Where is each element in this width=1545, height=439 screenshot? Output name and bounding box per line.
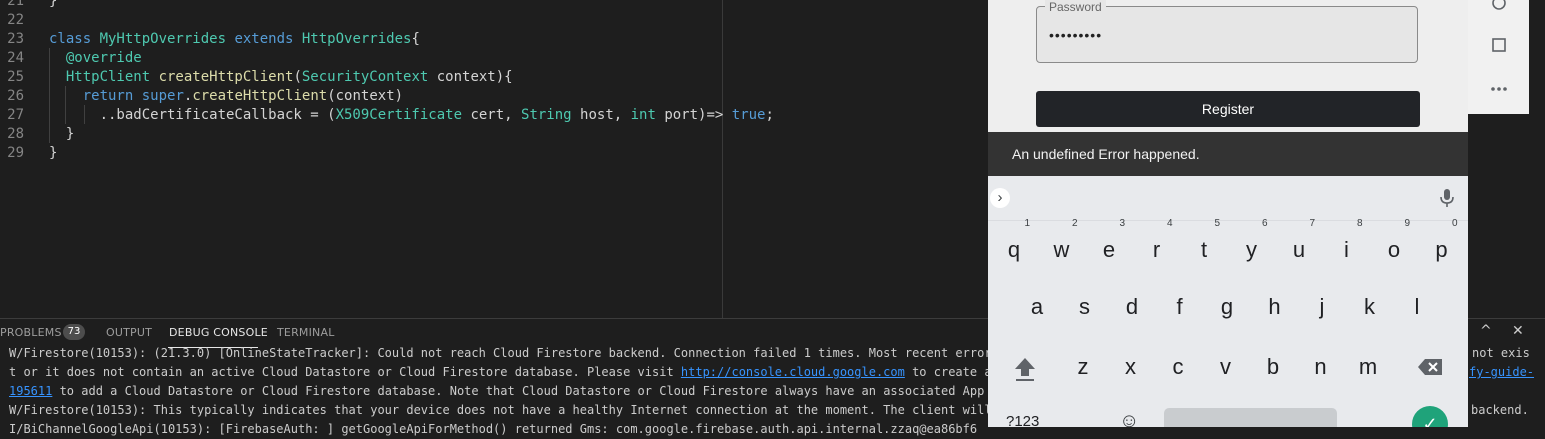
maximize-panel-icon[interactable]: ^ [1480, 323, 1492, 339]
android-emulator-screen: Password ••••••••• Register An undefined… [988, 0, 1468, 427]
shift-icon[interactable] [1013, 356, 1037, 382]
soft-keyboard: › q1w2e3r4t5y6u7i8o9p0 asdfghjkl zxcvbnm… [988, 176, 1468, 427]
key-v[interactable]: v [1206, 347, 1246, 387]
key-hint: 2 [1071, 218, 1078, 229]
console-line: W/Firestore(10153): This typically indic… [9, 403, 1021, 417]
key-x[interactable]: x [1111, 347, 1151, 387]
console-line: I/BiChannelGoogleApi(10153): [FirebaseAu… [9, 422, 978, 436]
backspace-icon[interactable] [1417, 358, 1443, 376]
mic-icon[interactable] [1440, 188, 1454, 208]
key-a[interactable]: a [1017, 287, 1057, 327]
line-number: 24 [7, 50, 24, 66]
key-d[interactable]: d [1112, 287, 1152, 327]
key-y[interactable]: y6 [1232, 218, 1272, 270]
space-key[interactable] [1164, 408, 1337, 427]
tab-terminal[interactable]: TERMINAL [277, 326, 335, 339]
console-fragment: not exis [1472, 346, 1530, 360]
console-link[interactable]: http://console.cloud.google.com [681, 365, 905, 379]
key-z[interactable]: z [1063, 347, 1103, 387]
key-m[interactable]: m [1348, 347, 1388, 387]
tab-output[interactable]: OUTPUT [106, 326, 152, 339]
line-number: 29 [7, 145, 24, 161]
key-b[interactable]: b [1253, 347, 1293, 387]
code-text: } [49, 0, 58, 9]
line-number: 25 [7, 69, 24, 85]
console-link[interactable]: 195611 [9, 384, 52, 398]
emoji-icon[interactable]: ☺ [1119, 410, 1139, 427]
keyboard-suggestion-bar: › [988, 176, 1468, 221]
line-number: 27 [7, 107, 24, 123]
line-number: 21 [7, 0, 24, 9]
problems-count-badge: 73 [63, 324, 85, 340]
code-text: } [49, 145, 58, 161]
code-text: ..badCertificateCallback = (X509Certific… [49, 107, 774, 123]
line-number: 28 [7, 126, 24, 142]
key-l[interactable]: l [1397, 287, 1437, 327]
code-text: @override [49, 50, 142, 66]
line-number: 22 [7, 12, 24, 28]
key-q[interactable]: q1 [994, 218, 1034, 270]
key-u[interactable]: u7 [1279, 218, 1319, 270]
key-i[interactable]: i8 [1327, 218, 1367, 270]
square-icon[interactable] [1488, 34, 1510, 56]
code-editor[interactable]: 21} 22 23 class MyHttpOverrides extends Htt… [0, 0, 988, 320]
key-f[interactable]: f [1160, 287, 1200, 327]
key-c[interactable]: c [1158, 347, 1198, 387]
password-label: Password [1045, 0, 1106, 14]
key-t[interactable]: t5 [1184, 218, 1224, 270]
register-button[interactable]: Register [1036, 91, 1420, 127]
console-link-fragment[interactable]: fy-guide- [1469, 363, 1534, 382]
key-w[interactable]: w2 [1042, 218, 1082, 270]
key-g[interactable]: g [1207, 287, 1247, 327]
key-hint: 1 [1024, 218, 1030, 229]
line-number: 26 [7, 88, 24, 104]
code-text: return super.createHttpClient(context) [82, 88, 404, 104]
editor-ruler [722, 0, 723, 320]
key-n[interactable]: n [1301, 347, 1341, 387]
key-hint: 6 [1261, 218, 1268, 229]
chevron-right-icon[interactable]: › [990, 188, 1010, 208]
console-line: W/Firestore(10153): (21.3.0) [OnlineStat… [9, 346, 1021, 360]
key-hint: 5 [1214, 218, 1220, 229]
emulator-side-toolbar [1468, 0, 1529, 114]
console-line: t or it does not contain an active Cloud… [9, 365, 1021, 379]
key-hint: 9 [1404, 218, 1410, 229]
snackbar-text: An undefined Error happened. [1012, 146, 1200, 162]
key-h[interactable]: h [1255, 287, 1295, 327]
key-r[interactable]: r4 [1137, 218, 1177, 270]
line-number: 23 [7, 31, 24, 47]
code-text: class MyHttpOverrides extends HttpOverri… [49, 31, 420, 47]
key-e[interactable]: e3 [1089, 218, 1129, 270]
key-o[interactable]: o9 [1374, 218, 1414, 270]
tab-debug-console[interactable]: DEBUG CONSOLE [169, 326, 268, 339]
error-snackbar: An undefined Error happened. [988, 132, 1468, 176]
check-icon[interactable]: ✓ [1412, 406, 1448, 427]
more-icon[interactable] [1488, 78, 1510, 100]
console-fragment: backend. [1471, 403, 1529, 417]
key-hint: 0 [1451, 218, 1458, 229]
key-j[interactable]: j [1302, 287, 1342, 327]
tab-problems[interactable]: PROBLEMS [0, 326, 62, 339]
password-value: ••••••••• [1049, 27, 1103, 43]
key-p[interactable]: p0 [1422, 218, 1462, 270]
key-hint: 3 [1119, 218, 1125, 229]
password-field[interactable]: Password ••••••••• [1036, 0, 1418, 63]
symbols-key[interactable]: ?123 [1006, 413, 1039, 427]
key-hint: 8 [1356, 218, 1363, 229]
key-hint: 4 [1166, 218, 1173, 229]
key-k[interactable]: k [1350, 287, 1390, 327]
circle-icon[interactable] [1488, 0, 1510, 14]
key-hint: 7 [1309, 218, 1315, 229]
code-text: } [49, 126, 75, 142]
code-text: HttpClient createHttpClient(SecurityCont… [65, 69, 513, 85]
console-line: 195611 to add a Cloud Datastore or Cloud… [9, 384, 1021, 398]
key-s[interactable]: s [1065, 287, 1105, 327]
close-panel-icon[interactable]: ✕ [1512, 323, 1524, 339]
